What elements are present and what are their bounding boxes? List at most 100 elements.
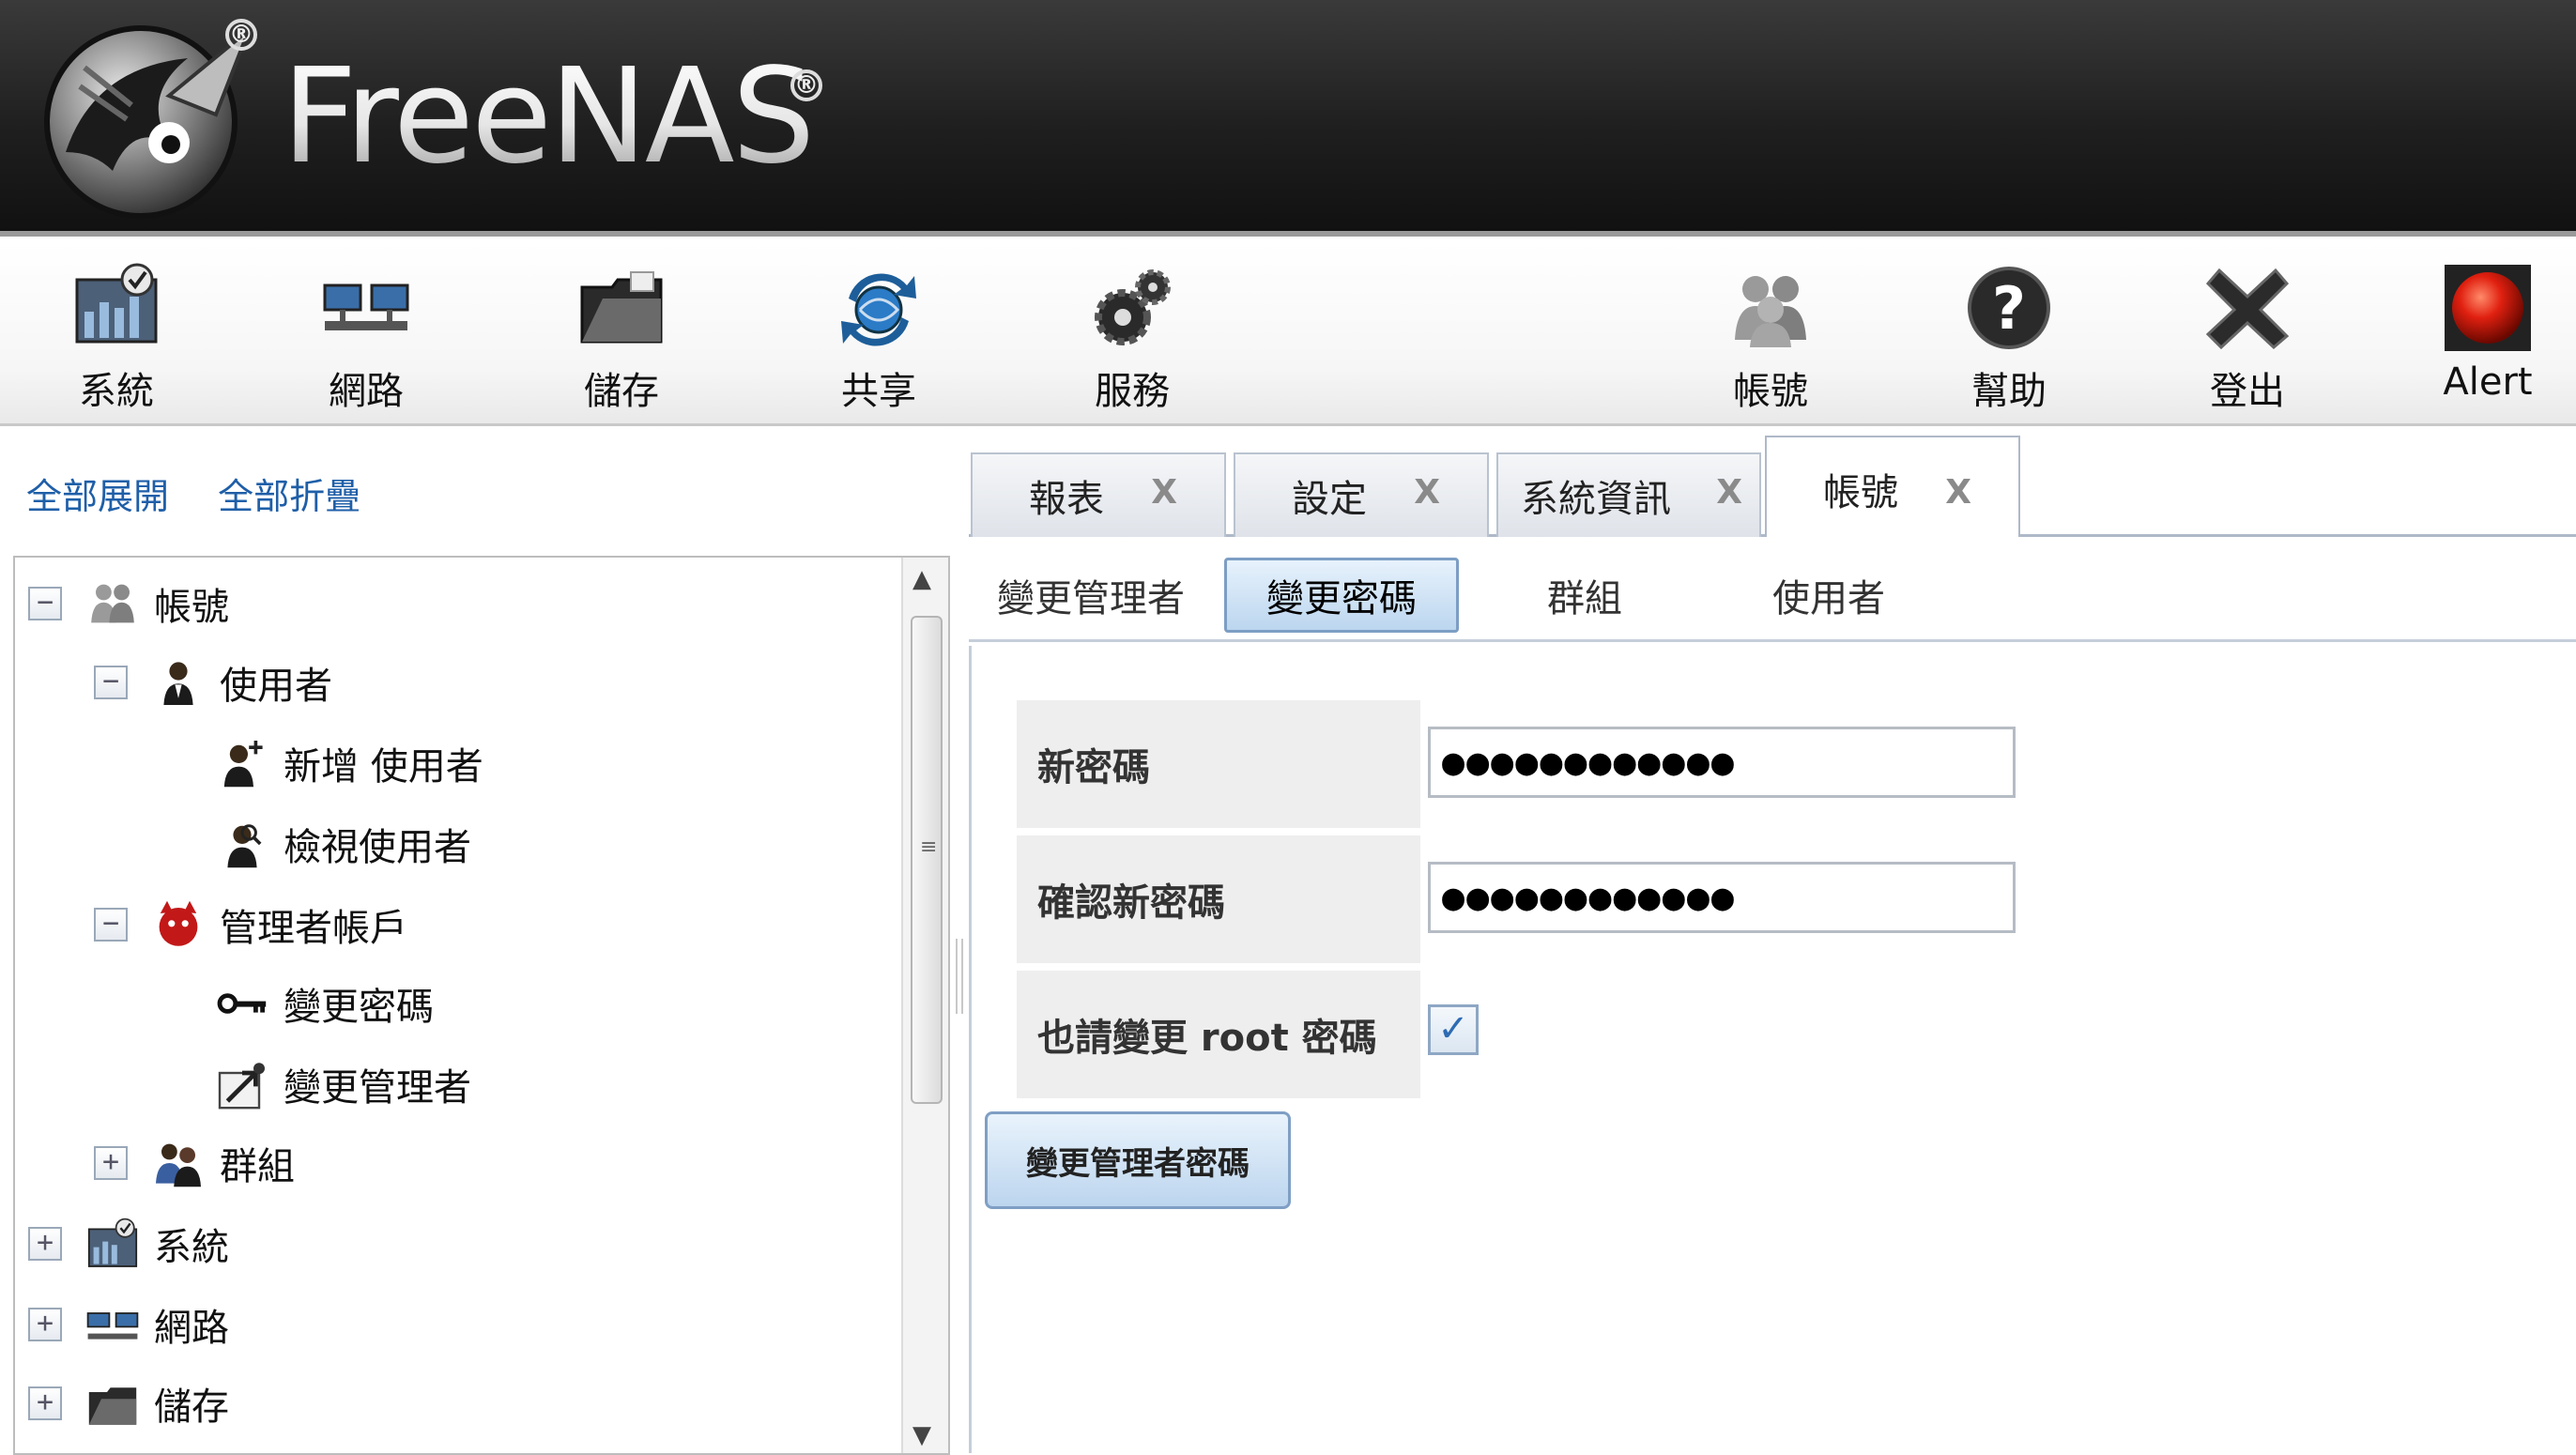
storage-icon [580, 271, 663, 344]
change-admin-password-button[interactable]: 變更管理者密碼 [985, 1111, 1291, 1209]
tree-toggle[interactable]: + [94, 1146, 128, 1180]
subtab-users[interactable]: 使用者 [1744, 558, 1913, 633]
tab-label: 系統資訊 [1521, 478, 1671, 521]
toolbar-storage-button[interactable]: 儲存 [528, 261, 715, 421]
registered-mark: ® [790, 69, 822, 101]
root-password-label: 也請變更 root 密碼 [1017, 971, 1420, 1098]
tree-toggle[interactable]: + [28, 1386, 62, 1420]
toolbar-services-button[interactable]: 服務 [1038, 261, 1226, 421]
network-icon [86, 1312, 139, 1340]
tree-item-network[interactable]: + 網路 [28, 1292, 229, 1357]
tree-item-view-users[interactable]: 檢視使用者 [214, 811, 471, 877]
close-icon[interactable]: X [1945, 473, 1971, 512]
tree-item-label: 系統 [154, 1226, 229, 1269]
add-user-icon [223, 741, 263, 788]
subtab-bar: 變更管理者 變更密碼 群組 使用者 [969, 537, 2576, 642]
tree-item-groups[interactable]: + 群組 [94, 1130, 295, 1196]
subtab-change-password[interactable]: 變更密碼 [1224, 558, 1459, 633]
alert-icon [2445, 265, 2531, 351]
logout-icon [2205, 268, 2290, 350]
app-header: ® FreeNAS ® [0, 0, 2576, 237]
tab-reports[interactable]: 報表 X [971, 452, 1226, 537]
change-admin-icon [218, 1063, 265, 1110]
tree-toggle[interactable]: − [28, 587, 62, 620]
toolbar-label: Alert [2443, 360, 2533, 404]
close-icon[interactable]: X [1716, 473, 1742, 512]
toolbar-label: 共享 [841, 370, 916, 413]
registered-mark: ® [225, 19, 257, 51]
new-password-field[interactable]: ●●●●●●●●●●●● [1428, 727, 2016, 798]
tree-actions: 全部展開 全部折疊 [26, 467, 398, 519]
tab-bar: 報表 X 設定 X 系統資訊 X 帳號 X [969, 432, 2576, 540]
tree-item-admin-account[interactable]: − 管理者帳戶 [94, 892, 407, 957]
scroll-up-arrow-icon[interactable]: ▲ [912, 565, 931, 593]
tree-toggle[interactable]: − [94, 666, 128, 699]
key-icon [217, 993, 267, 1014]
services-icon [1095, 269, 1171, 345]
toolbar-sharing-button[interactable]: 共享 [785, 261, 973, 421]
tree-item-change-admin[interactable]: 變更管理者 [214, 1051, 471, 1117]
tree-item-label: 帳號 [154, 586, 229, 629]
tree-item-label: 管理者帳戶 [220, 907, 407, 950]
new-password-label: 新密碼 [1017, 700, 1420, 828]
tree-item-system[interactable]: + 系統 [28, 1211, 229, 1277]
help-icon: ? [1968, 267, 2050, 349]
tab-system-info[interactable]: 系統資訊 X [1496, 452, 1761, 537]
close-icon[interactable]: X [1151, 473, 1177, 512]
admin-icon [159, 900, 198, 946]
toolbar-logout-button[interactable]: 登出 [2154, 261, 2341, 421]
scroll-grip-icon: ≡ [920, 835, 938, 859]
navigation-tree: − 帳號 − 使用者 新增 使用者 檢視使用者 − 管理者帳戶 變更密碼 變更管… [13, 556, 950, 1455]
tree-toggle[interactable]: + [28, 1308, 62, 1341]
tree-item-label: 群組 [220, 1145, 295, 1188]
tree-item-storage[interactable]: + 儲存 [28, 1371, 229, 1436]
sharing-icon [841, 273, 916, 346]
tree-item-label: 變更管理者 [284, 1066, 471, 1110]
toolbar-label: 儲存 [584, 370, 659, 413]
account-icon [1735, 276, 1806, 347]
toolbar-label: 系統 [79, 370, 154, 413]
account-icon [91, 584, 134, 623]
toolbar-label: 登出 [2210, 370, 2285, 413]
root-password-checkbox[interactable]: ✓ [1428, 1004, 1479, 1055]
subtab-change-admin[interactable]: 變更管理者 [988, 558, 1194, 633]
toolbar-account-button[interactable]: 帳號 [1677, 261, 1864, 421]
expand-all-link[interactable]: 全部展開 [26, 476, 169, 517]
tree-item-label: 檢視使用者 [284, 826, 471, 869]
tree-item-change-password[interactable]: 變更密碼 [214, 971, 434, 1036]
toolbar-help-button[interactable]: ? 幫助 [1915, 261, 2103, 421]
tree-scrollbar[interactable]: ▲ ≡ ▼ [901, 558, 948, 1453]
panel-splitter[interactable] [956, 939, 963, 1014]
tab-label: 帳號 [1823, 470, 1898, 514]
content-panel: 報表 X 設定 X 系統資訊 X 帳號 X 變更管理者 變更密碼 群組 使用者 … [969, 432, 2576, 1455]
tree-item-users[interactable]: − 使用者 [94, 650, 332, 715]
tree-toggle[interactable]: + [28, 1227, 62, 1261]
toolbar-alert-button[interactable]: Alert [2394, 261, 2576, 421]
storage-icon [88, 1387, 137, 1425]
user-icon [163, 662, 193, 705]
toolbar-network-button[interactable]: 網路 [272, 261, 460, 421]
tree-item-label: 新增 使用者 [284, 745, 483, 789]
tree-item-account[interactable]: − 帳號 [28, 571, 229, 636]
toolbar-label: 幫助 [1971, 370, 2047, 413]
scroll-thumb[interactable]: ≡ [911, 616, 943, 1104]
tab-settings[interactable]: 設定 X [1234, 452, 1489, 537]
toolbar-label: 網路 [329, 370, 404, 413]
tree-item-add-user[interactable]: 新增 使用者 [214, 730, 483, 796]
tab-label: 設定 [1292, 478, 1367, 521]
tab-account[interactable]: 帳號 X [1765, 436, 2020, 540]
tree-item-label: 儲存 [154, 1386, 229, 1429]
toolbar-system-button[interactable]: 系統 [23, 261, 210, 421]
group-icon [156, 1143, 201, 1187]
collapse-all-link[interactable]: 全部折疊 [218, 476, 360, 517]
tree-toggle[interactable]: − [94, 908, 128, 942]
subtab-groups[interactable]: 群組 [1500, 558, 1669, 633]
app-title: FreeNAS [282, 40, 815, 193]
scroll-down-arrow-icon[interactable]: ▼ [912, 1421, 931, 1449]
change-password-form: 新密碼 ●●●●●●●●●●●● 確認新密碼 ●●●●●●●●●●●● 也請變更… [969, 646, 2576, 1453]
confirm-password-field[interactable]: ●●●●●●●●●●●● [1428, 862, 2016, 933]
toolbar-label: 服務 [1095, 370, 1170, 413]
close-icon[interactable]: X [1414, 473, 1440, 512]
network-icon [323, 283, 409, 330]
svg-text:?: ? [1992, 274, 2026, 343]
